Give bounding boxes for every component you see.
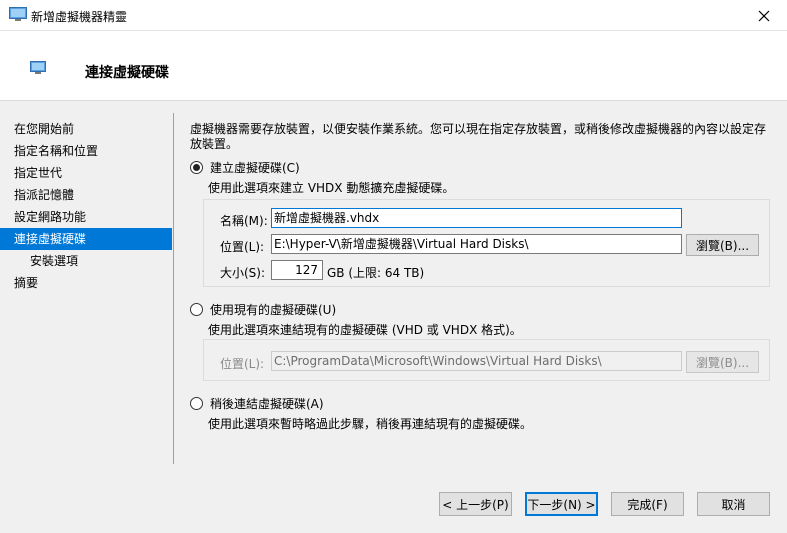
- nav-step-memory[interactable]: 指派記憶體: [0, 184, 172, 206]
- finish-button[interactable]: 完成(F): [611, 492, 684, 516]
- window-title: 新增虛擬機器精靈: [31, 10, 128, 24]
- cancel-button[interactable]: 取消: [697, 492, 770, 516]
- page-header: 連接虛擬硬碟: [0, 31, 787, 101]
- close-icon: [758, 10, 770, 21]
- existing-location-input[interactable]: C:\ProgramData\Microsoft\Windows\Virtual…: [271, 351, 682, 371]
- disk-location-input[interactable]: E:\Hyper-V\新增虛擬機器\Virtual Hard Disks\: [271, 234, 682, 254]
- attach-later-label: 稍後連結虛擬硬碟(A): [210, 397, 324, 411]
- previous-button[interactable]: < 上一步(P): [439, 492, 512, 516]
- intro-line-2: 放裝置。: [190, 137, 239, 151]
- page-title: 連接虛擬硬碟: [85, 65, 169, 81]
- existing-disk-radio[interactable]: [190, 303, 203, 316]
- disk-size-input[interactable]: 127: [271, 260, 323, 280]
- browse-existing-button[interactable]: 瀏覽(B)...: [686, 351, 759, 373]
- existing-disk-option[interactable]: 使用現有的虛擬硬碟(U): [190, 301, 336, 318]
- create-disk-option[interactable]: 建立虛擬硬碟(C): [190, 159, 300, 176]
- nav-step-generation[interactable]: 指定世代: [0, 162, 172, 184]
- attach-later-radio[interactable]: [190, 397, 203, 410]
- hyperv-app-icon: [9, 7, 27, 21]
- create-disk-description: 使用此選項來建立 VHDX 動態擴充虛擬硬碟。: [208, 181, 455, 195]
- virtual-disk-icon: [30, 61, 46, 74]
- existing-location-label: 位置(L):: [220, 357, 265, 371]
- disk-name-input[interactable]: 新增虛擬機器.vhdx: [271, 208, 682, 228]
- nav-divider: [173, 113, 174, 464]
- close-button[interactable]: [741, 0, 787, 31]
- next-button[interactable]: 下一步(N) >: [525, 492, 598, 516]
- title-bar: 新增虛擬機器精靈: [0, 0, 787, 31]
- intro-text: 虛擬機器需要存放裝置，以便安裝作業系統。您可以現在指定存放裝置，或稍後修改虛擬機…: [190, 122, 775, 152]
- existing-disk-description: 使用此選項來連結現有的虛擬硬碟 (VHD 或 VHDX 格式)。: [208, 323, 522, 337]
- wizard-steps-nav: 在您開始前 指定名稱和位置 指定世代 指派記憶體 設定網路功能 連接虛擬硬碟 安…: [0, 118, 172, 294]
- location-label: 位置(L):: [220, 240, 265, 254]
- nav-step-networking[interactable]: 設定網路功能: [0, 206, 172, 228]
- disk-size-unit: GB (上限: 64 TB): [327, 266, 425, 280]
- browse-location-button[interactable]: 瀏覽(B)...: [686, 234, 759, 256]
- name-label: 名稱(M):: [220, 214, 268, 228]
- nav-step-summary[interactable]: 摘要: [0, 272, 172, 294]
- nav-step-install-options[interactable]: 安裝選項: [0, 250, 172, 272]
- size-label: 大小(S):: [220, 266, 266, 280]
- create-disk-label: 建立虛擬硬碟(C): [210, 161, 300, 175]
- nav-step-before-you-begin[interactable]: 在您開始前: [0, 118, 172, 140]
- nav-step-name-location[interactable]: 指定名稱和位置: [0, 140, 172, 162]
- intro-line-1: 虛擬機器需要存放裝置，以便安裝作業系統。您可以現在指定存放裝置，或稍後修改虛擬機…: [190, 122, 767, 136]
- create-disk-radio[interactable]: [190, 161, 203, 174]
- attach-later-option[interactable]: 稍後連結虛擬硬碟(A): [190, 395, 324, 412]
- existing-disk-label: 使用現有的虛擬硬碟(U): [210, 303, 337, 317]
- nav-step-connect-disk[interactable]: 連接虛擬硬碟: [0, 228, 172, 250]
- attach-later-description: 使用此選項來暫時略過此步驟，稍後再連結現有的虛擬硬碟。: [208, 417, 533, 431]
